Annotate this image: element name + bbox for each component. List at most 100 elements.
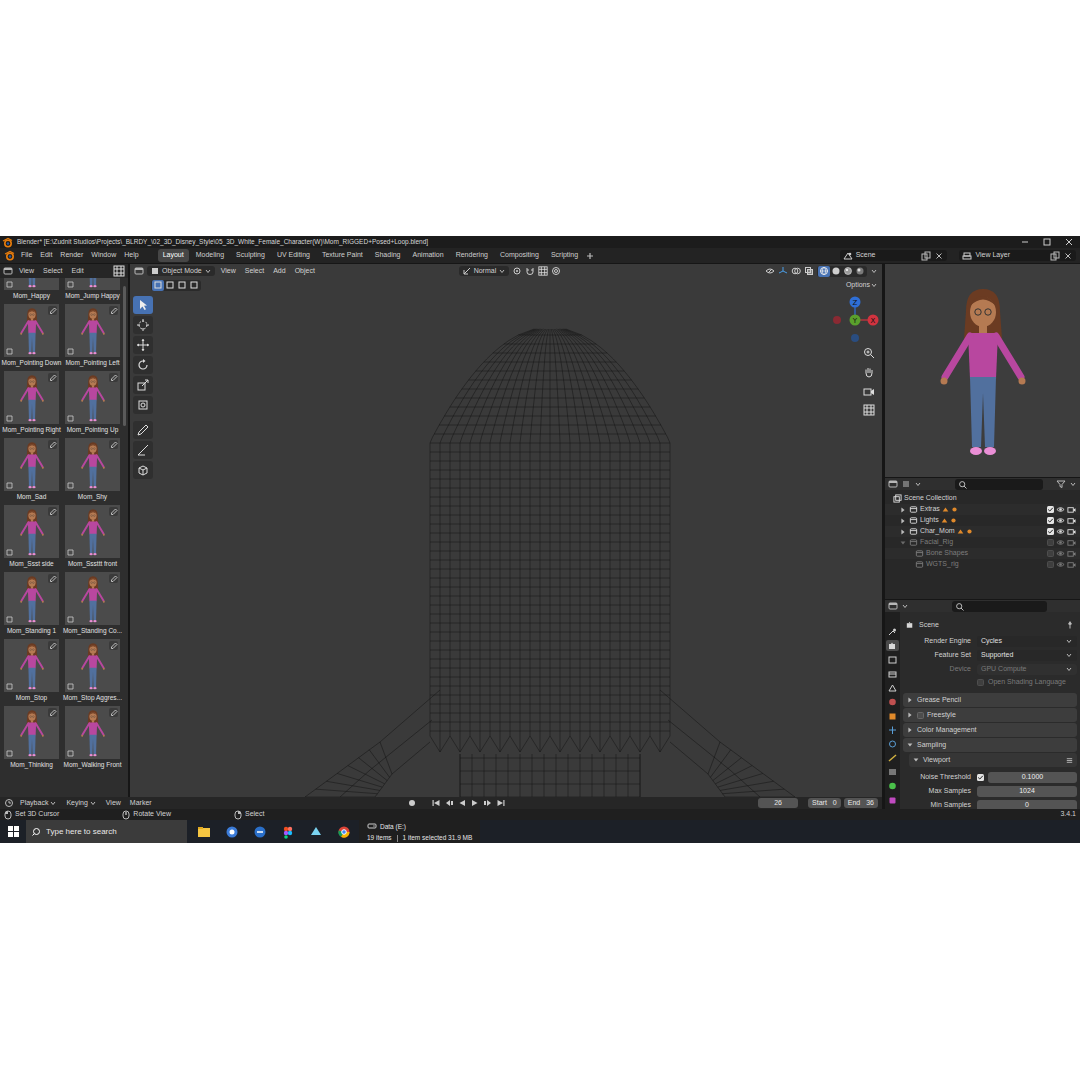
menu-item[interactable]: Object [292,266,318,276]
select-mode-button[interactable] [176,280,188,291]
panel-header[interactable]: Sampling [903,738,1077,752]
menu-item[interactable]: Select [40,266,65,276]
start-frame[interactable]: Start0 [808,798,841,808]
outliner-row[interactable]: Scene Collection [885,493,1080,504]
edit-button[interactable] [109,574,118,583]
shading-button[interactable] [854,266,866,277]
exclude-checkbox[interactable] [1047,561,1054,568]
properties-tab[interactable] [886,766,899,777]
timeline-menu[interactable]: Keying [63,798,99,808]
workspace-tab[interactable]: Sculpting [231,249,270,261]
edit-button[interactable] [109,440,118,449]
play-icon[interactable] [470,798,480,808]
end-frame[interactable]: End36 [844,798,878,808]
number-field[interactable]: 1024 [977,786,1077,797]
chevron-icon[interactable] [901,602,909,610]
tool-button[interactable] [133,396,153,414]
asset-item[interactable]: Mom_Pointing Left [65,304,120,371]
edit-button[interactable] [109,641,118,650]
tool-button[interactable] [133,421,153,439]
xray-icon[interactable] [804,266,814,276]
asset-item[interactable]: Mom_Sad [4,438,59,505]
exclude-checkbox[interactable] [1047,506,1054,513]
edit-button[interactable] [109,708,118,717]
grid-snap-icon[interactable] [538,266,548,276]
panel-header[interactable]: Grease Pencil [903,693,1077,707]
workspace-tab[interactable]: Modeling [191,249,229,261]
app-icon[interactable] [253,825,267,839]
edit-button[interactable] [48,440,57,449]
camera-icon[interactable] [1067,505,1076,514]
properties-tab[interactable] [886,696,899,707]
eye-icon[interactable] [1056,505,1065,514]
asset-item[interactable]: Mom_Pointing Up [65,371,120,438]
editor-type-icon[interactable] [134,266,144,276]
add-workspace-icon[interactable] [585,251,595,261]
asset-item[interactable]: Mom_Ssst side [4,505,59,572]
asset-item[interactable]: Mom_Walking Front [65,706,120,773]
copy-icon[interactable] [1050,251,1060,261]
maximize-icon[interactable] [1042,237,1052,247]
edit-button[interactable] [48,641,57,650]
editor-type-icon[interactable] [888,479,898,489]
navigation-gizmo-icon[interactable]: XYZ [825,292,882,352]
tool-button[interactable] [133,316,153,334]
chrome-icon[interactable] [337,825,351,839]
properties-search[interactable] [952,601,1047,612]
outliner-row[interactable]: Extras [885,504,1080,515]
panel-checkbox[interactable] [917,712,924,719]
close-icon[interactable] [934,251,944,261]
edit-button[interactable] [48,708,57,717]
pivot-icon[interactable] [512,266,522,276]
file-explorer-icon[interactable] [197,825,211,839]
orientation-dropdown[interactable]: Normal [459,266,510,276]
blender-logo-icon[interactable] [4,250,16,261]
pin-icon[interactable] [1065,620,1075,630]
workspace-tab[interactable]: UV Editing [272,249,315,261]
camera-icon[interactable] [1067,516,1076,525]
jump-end-icon[interactable] [496,798,506,808]
asset-item[interactable]: Mom_Shy [65,438,120,505]
tool-button[interactable] [133,461,153,479]
menu-item[interactable]: Window [88,250,119,260]
tool-button[interactable] [133,336,153,354]
close-icon[interactable] [1064,237,1074,247]
list-icon[interactable] [1065,756,1074,765]
asset-item[interactable]: Mom_Standing 1 [4,572,59,639]
asset-item[interactable]: Mom_Happy [4,278,59,304]
property-dropdown[interactable]: Cycles [977,636,1077,647]
shading-button[interactable] [842,266,854,277]
panel-header[interactable]: Color Management [903,723,1077,737]
record-icon[interactable] [407,798,417,808]
play-reverse-icon[interactable] [457,798,467,808]
outliner-row[interactable]: Char_Mom [885,526,1080,537]
search-input[interactable] [46,827,176,836]
property-checkbox[interactable] [977,774,984,781]
menu-item[interactable]: Add [270,266,288,276]
menu-item[interactable]: View [218,266,239,276]
camera-icon[interactable] [1067,538,1076,547]
filter-icon[interactable] [1056,479,1066,489]
asset-item[interactable]: Mom_Jump Happy [65,278,120,304]
chevron-icon[interactable] [1069,480,1077,488]
exclude-checkbox[interactable] [1047,539,1054,546]
properties-tab[interactable] [886,780,899,791]
menu-item[interactable]: File [18,250,35,260]
property-dropdown[interactable]: Supported [977,650,1077,661]
scene-field[interactable]: Scene [840,250,948,261]
collapsed-arrow-icon[interactable] [899,528,907,536]
editor-type-icon[interactable] [4,798,14,808]
workspace-tab[interactable]: Animation [408,249,449,261]
editor-type-icon[interactable] [3,266,13,276]
properties-tab[interactable] [886,724,899,735]
overlays-icon[interactable] [791,266,801,276]
outliner-search[interactable] [955,479,1043,490]
number-field[interactable]: 0 [977,800,1077,810]
outliner-row[interactable]: Facial_Rig [885,537,1080,548]
asset-item[interactable]: Mom_Pointing Down [4,304,59,371]
shading-button[interactable] [830,266,842,277]
menu-item[interactable]: Edit [69,266,87,276]
expanded-arrow-icon[interactable] [899,539,907,547]
exclude-checkbox[interactable] [1047,528,1054,535]
edit-button[interactable] [48,373,57,382]
